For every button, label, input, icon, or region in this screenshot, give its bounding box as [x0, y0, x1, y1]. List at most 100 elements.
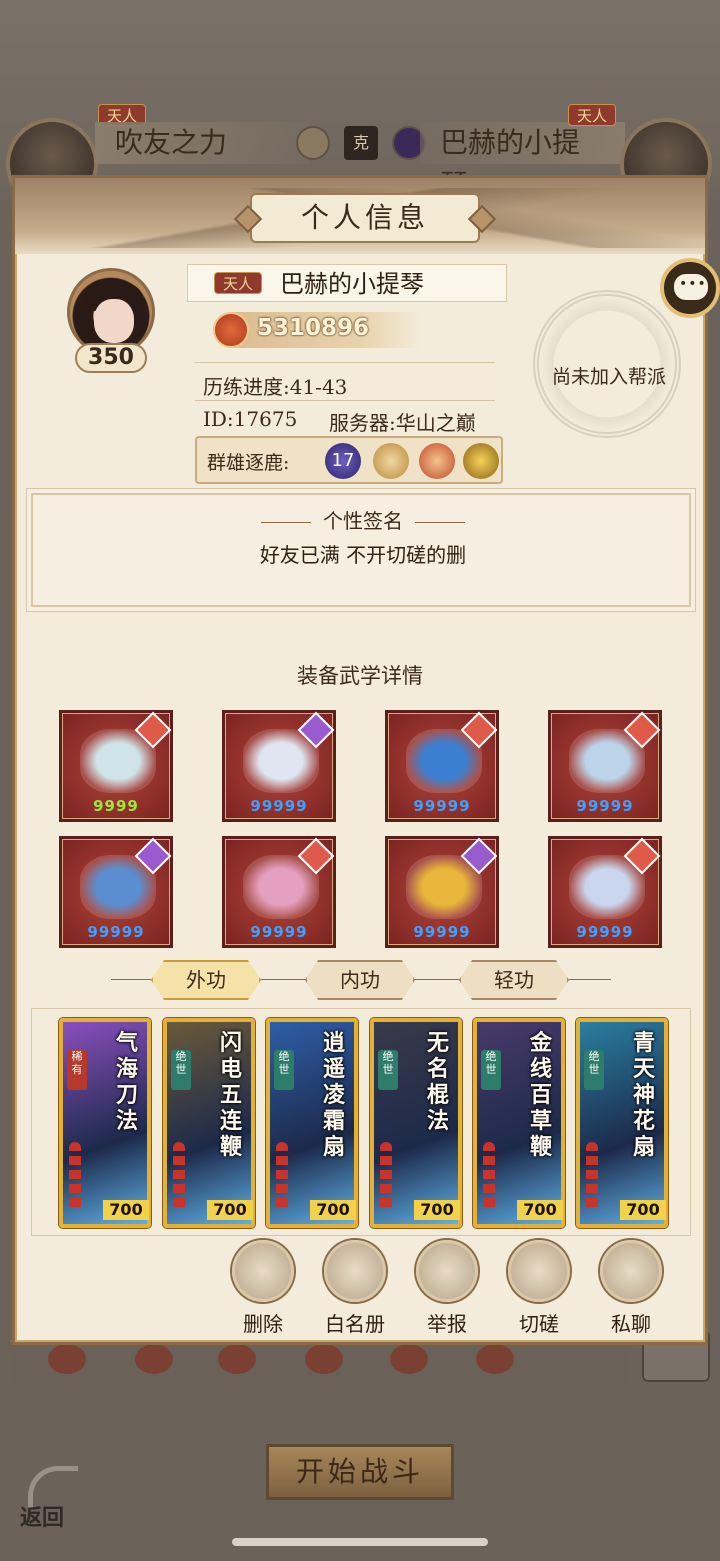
skill-score: 700 — [310, 1200, 356, 1220]
signature-title: 个性签名 — [33, 505, 693, 534]
home-indicator[interactable] — [232, 1538, 488, 1546]
player-id: ID:17675 — [203, 407, 298, 431]
bg-skill-icon — [305, 1344, 343, 1374]
skill-card[interactable]: 绝世 逍遥凌霜扇 700 — [266, 1018, 358, 1228]
action-whitelist-book-button[interactable]: 白名册 — [315, 1240, 395, 1337]
equipment-slot[interactable]: 99999 — [222, 710, 336, 822]
equipment-slot[interactable]: 9999 — [59, 710, 173, 822]
equipment-level: 99999 — [576, 923, 634, 941]
left-player-name: 吹友之力 — [95, 122, 310, 164]
combat-power-icon — [213, 312, 249, 348]
dialog-title: 个人信息 — [250, 193, 480, 243]
skill-name: 青天神花扇 — [632, 1030, 655, 1160]
back-label: 返回 — [20, 1505, 65, 1531]
guild-status: 尚未加入帮派 — [551, 366, 666, 388]
bg-skill-icon — [390, 1344, 428, 1374]
equipment-slot[interactable]: 99999 — [385, 836, 499, 948]
equipment-slot[interactable]: 99999 — [548, 836, 662, 948]
versus-bar: 天人 吹友之力 克 巴赫的小提琴 天人 — [0, 100, 720, 210]
counter-label: 克 — [344, 126, 378, 160]
skill-score: 700 — [207, 1200, 253, 1220]
divider — [195, 362, 495, 363]
spar-fist-icon — [508, 1240, 570, 1302]
delete-friend-icon — [232, 1240, 294, 1302]
bg-skill-icon — [218, 1344, 256, 1374]
equipment-level: 9999 — [93, 797, 139, 815]
skill-name: 闪电五连鞭 — [219, 1030, 242, 1160]
action-delete-friend-button[interactable]: 删除 — [223, 1240, 303, 1337]
equipment-level: 99999 — [413, 797, 471, 815]
report-icon — [416, 1240, 478, 1302]
arena-rank-box: 群雄逐鹿: 17 — [195, 436, 503, 484]
player-name-plate: 天人 巴赫的小提琴 — [187, 264, 507, 302]
sun-icon — [296, 126, 330, 160]
player-level-badge: 350 — [75, 343, 147, 373]
combat-power-value: 5310896 — [257, 315, 370, 341]
tab-outer-skill[interactable]: 外功 — [151, 960, 261, 1000]
player-server: 服务器:华山之巅 — [329, 411, 476, 435]
skill-score: 700 — [517, 1200, 563, 1220]
skill-name: 无名棍法 — [426, 1030, 449, 1134]
tab-inner-skill[interactable]: 内功 — [305, 960, 415, 1000]
skill-tabs: 外功 内功 轻功 — [15, 958, 705, 1002]
equipment-slot[interactable]: 99999 — [548, 710, 662, 822]
arena-rank-badge: 17 — [325, 443, 361, 479]
crossed-swords-medal-icon — [419, 443, 455, 479]
dialog-header: 个人信息 — [15, 178, 705, 254]
right-player-name: 巴赫的小提琴 — [420, 122, 625, 201]
equipment-level: 99999 — [413, 923, 471, 941]
right-player-rank: 天人 — [568, 104, 617, 126]
skill-bead-icons — [483, 1142, 495, 1212]
tab-movement-skill[interactable]: 轻功 — [459, 960, 569, 1000]
action-label: 举报 — [427, 1312, 467, 1336]
whitelist-book-icon — [324, 1240, 386, 1302]
action-label: 切磋 — [519, 1312, 559, 1336]
magnify-icon[interactable] — [463, 443, 499, 479]
skill-score: 700 — [620, 1200, 666, 1220]
action-chat-button[interactable]: 私聊 — [591, 1240, 671, 1337]
skill-score: 700 — [103, 1200, 149, 1220]
player-rank-tag: 天人 — [214, 272, 263, 294]
bg-skill-icon — [135, 1344, 173, 1374]
avatar-face — [94, 299, 134, 343]
skill-bead-icons — [276, 1142, 288, 1212]
equipment-level: 99999 — [250, 923, 308, 941]
back-button[interactable]: 返回 — [20, 1466, 90, 1536]
skill-card[interactable]: 稀有 气海刀法 700 — [59, 1018, 151, 1228]
background-skill-strip — [10, 1340, 630, 1385]
signature-box: 个性签名 好友已满 不开切磋的删 — [31, 493, 691, 607]
skill-grade-badge: 绝世 — [274, 1050, 294, 1090]
player-name: 巴赫的小提琴 — [280, 270, 424, 298]
equipment-slot[interactable]: 99999 — [385, 710, 499, 822]
skill-card[interactable]: 绝世 闪电五连鞭 700 — [163, 1018, 255, 1228]
skill-name: 金线百草鞭 — [529, 1030, 552, 1160]
skill-card[interactable]: 绝世 金线百草鞭 700 — [473, 1018, 565, 1228]
chat-bubble-icon — [674, 274, 708, 300]
equipment-slot[interactable]: 99999 — [222, 836, 336, 948]
signature-text: 好友已满 不开切磋的删 — [259, 543, 467, 567]
skill-bead-icons — [173, 1142, 185, 1212]
divider — [195, 400, 495, 401]
action-report-button[interactable]: 举报 — [407, 1240, 487, 1337]
equipment-slot[interactable]: 99999 — [59, 836, 173, 948]
skill-card[interactable]: 绝世 无名棍法 700 — [370, 1018, 462, 1228]
action-spar-fist-button[interactable]: 切磋 — [499, 1240, 579, 1337]
skill-bead-icons — [380, 1142, 392, 1212]
skill-grade-badge: 绝世 — [378, 1050, 398, 1090]
combat-power: 5310896 — [213, 312, 423, 348]
skill-grade-badge: 稀有 — [67, 1050, 87, 1090]
profile-dialog: 个人信息 350 天人 巴赫的小提琴 5310896 历练进度:41-43 ID… — [12, 175, 720, 1345]
equipment-level: 99999 — [87, 923, 145, 941]
trident-medal-icon — [373, 443, 409, 479]
skill-card[interactable]: 绝世 青天神花扇 700 — [576, 1018, 668, 1228]
equipment-level: 99999 — [250, 797, 308, 815]
start-battle-button[interactable]: 开始战斗 — [266, 1444, 454, 1500]
arena-label: 群雄逐鹿: — [207, 452, 290, 474]
bg-skill-icon — [476, 1344, 514, 1374]
chat-icon — [600, 1240, 662, 1302]
skill-grade-badge: 绝世 — [481, 1050, 501, 1090]
skill-bead-icons — [69, 1142, 81, 1212]
versus-icons: 克 — [296, 126, 426, 162]
equipment-title: 装备武学详情 — [297, 664, 423, 688]
chat-bubble-button[interactable] — [660, 258, 720, 318]
